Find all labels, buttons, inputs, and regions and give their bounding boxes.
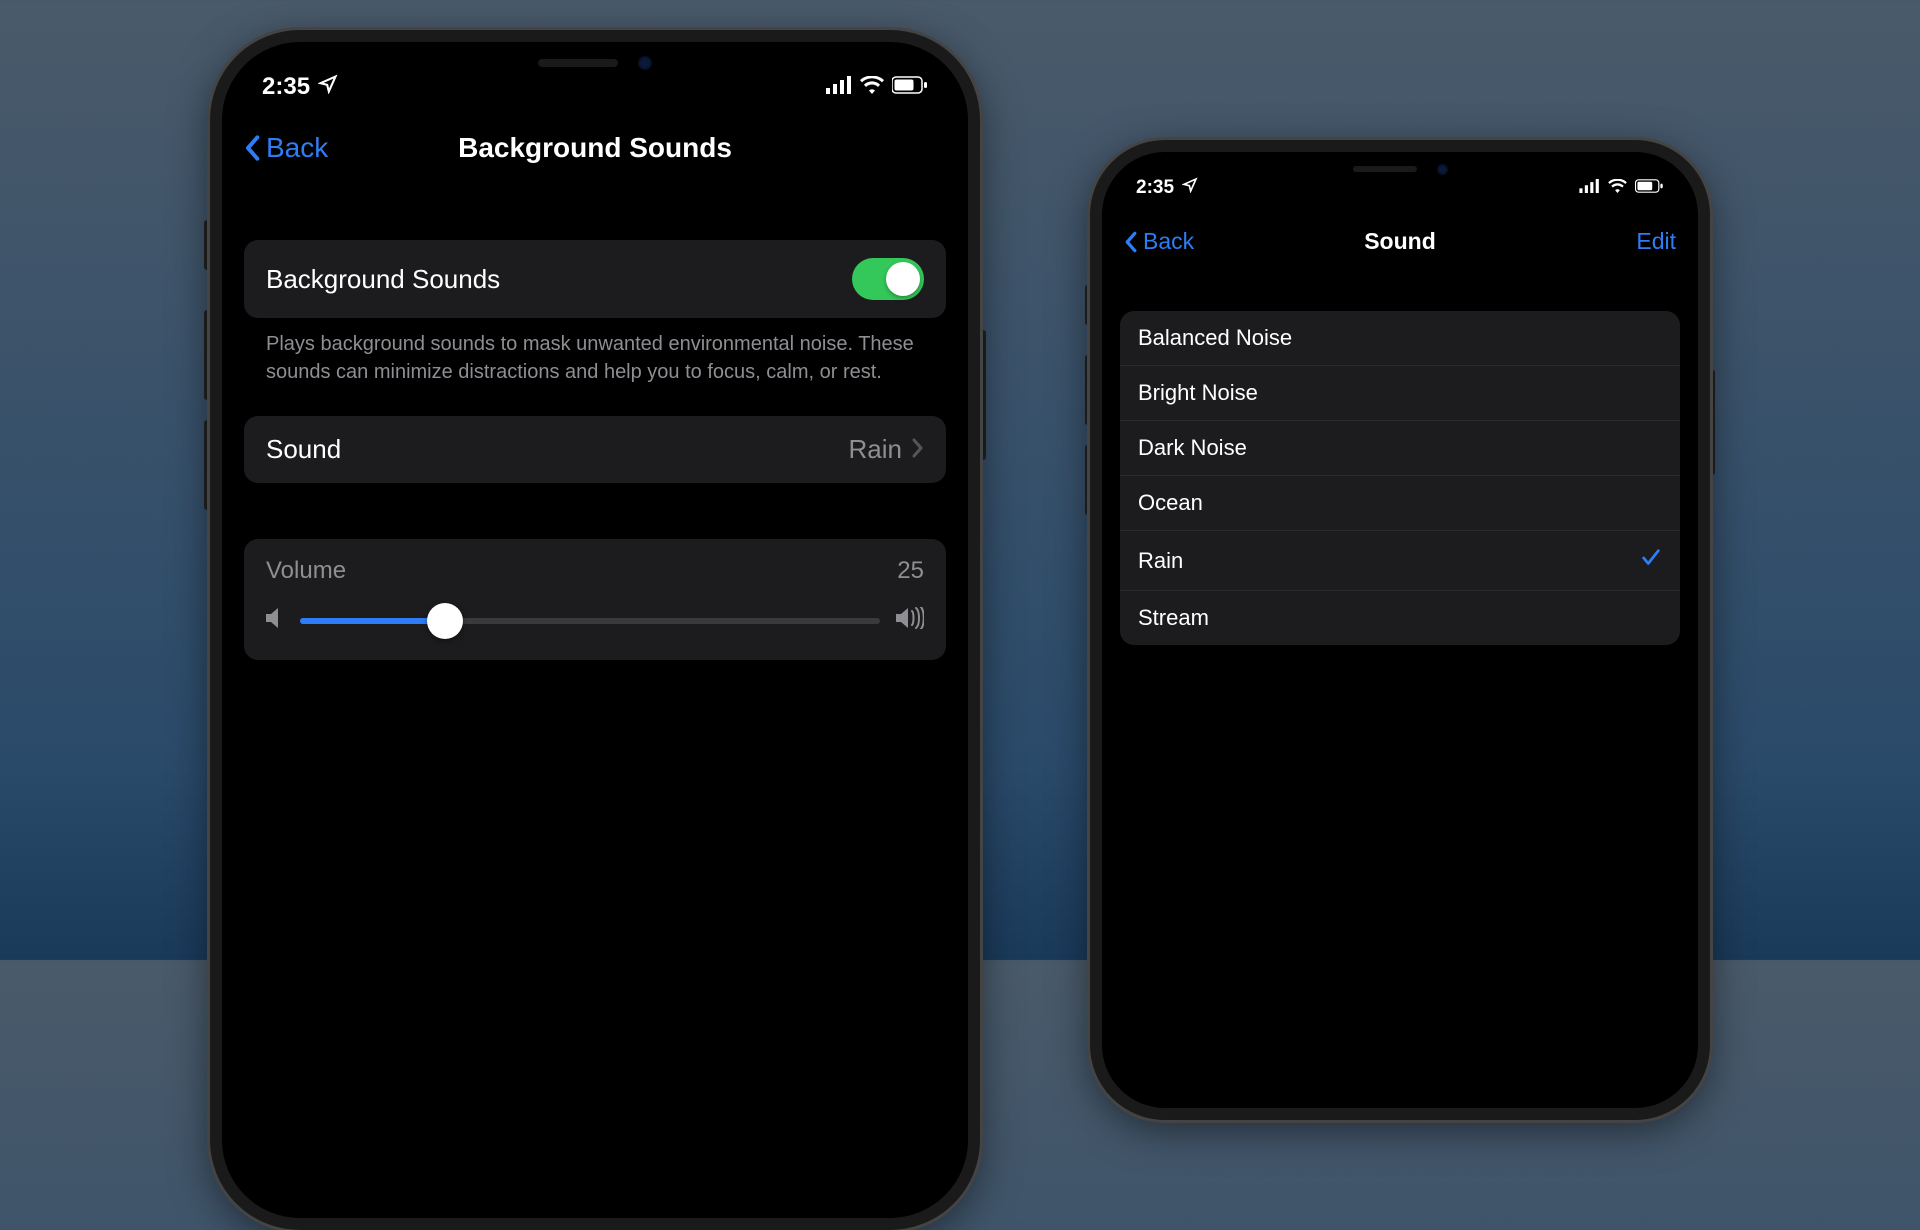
sound-option[interactable]: Ocean — [1120, 475, 1680, 530]
sound-row-label: Sound — [266, 434, 341, 465]
speaker-high-icon — [896, 607, 924, 634]
power-button[interactable] — [980, 330, 986, 460]
chevron-left-icon — [244, 134, 260, 162]
phone-frame-left: 2:35 — [210, 30, 980, 1230]
volume-value: 25 — [897, 557, 924, 585]
battery-icon — [892, 73, 928, 101]
sound-option-label: Bright Noise — [1138, 380, 1258, 406]
status-time: 2:35 — [262, 73, 310, 101]
sound-option[interactable]: Rain — [1120, 530, 1680, 590]
toggle-card: Background Sounds — [244, 240, 946, 318]
sound-option-label: Balanced Noise — [1138, 325, 1292, 351]
sound-option-label: Ocean — [1138, 490, 1203, 516]
back-label: Back — [1143, 228, 1194, 255]
sound-row-value: Rain — [849, 434, 902, 465]
back-button[interactable]: Back — [1124, 228, 1194, 255]
location-icon — [1182, 177, 1198, 199]
sound-option[interactable]: Stream — [1120, 590, 1680, 645]
back-label: Back — [266, 132, 328, 164]
background-sounds-toggle[interactable] — [852, 258, 924, 300]
chevron-left-icon — [1124, 231, 1137, 253]
cellular-icon — [826, 73, 852, 101]
location-icon — [318, 73, 338, 101]
sound-option-label: Rain — [1138, 548, 1183, 574]
volume-label: Volume — [266, 557, 346, 585]
wifi-icon — [860, 73, 884, 101]
notch — [440, 42, 750, 84]
status-time: 2:35 — [1136, 177, 1174, 199]
speaker-low-icon — [266, 607, 284, 634]
notch — [1275, 152, 1525, 186]
cellular-icon — [1579, 177, 1600, 199]
chevron-right-icon — [912, 434, 924, 465]
sound-options-list: Balanced Noise Bright Noise Dark Noise Ocea… — [1120, 311, 1680, 645]
volume-card: Volume 25 — [244, 539, 946, 660]
check-icon — [1640, 545, 1662, 576]
toggle-label: Background Sounds — [266, 264, 500, 295]
wifi-icon — [1608, 177, 1627, 199]
edit-button[interactable]: Edit — [1636, 228, 1676, 255]
sound-option[interactable]: Balanced Noise — [1120, 311, 1680, 365]
sound-row[interactable]: Sound Rain — [244, 416, 946, 483]
battery-icon — [1635, 177, 1664, 199]
sound-option-label: Dark Noise — [1138, 435, 1247, 461]
volume-slider[interactable] — [300, 618, 880, 624]
power-button[interactable] — [1710, 370, 1715, 475]
phone-frame-right: 2:35 — [1090, 140, 1710, 1120]
toggle-description: Plays background sounds to mask unwanted… — [244, 318, 946, 416]
sound-option-label: Stream — [1138, 605, 1209, 631]
sound-option[interactable]: Bright Noise — [1120, 365, 1680, 420]
back-button[interactable]: Back — [244, 132, 328, 164]
slider-thumb[interactable] — [427, 603, 463, 639]
page-title: Background Sounds — [222, 132, 968, 164]
sound-option[interactable]: Dark Noise — [1120, 420, 1680, 475]
